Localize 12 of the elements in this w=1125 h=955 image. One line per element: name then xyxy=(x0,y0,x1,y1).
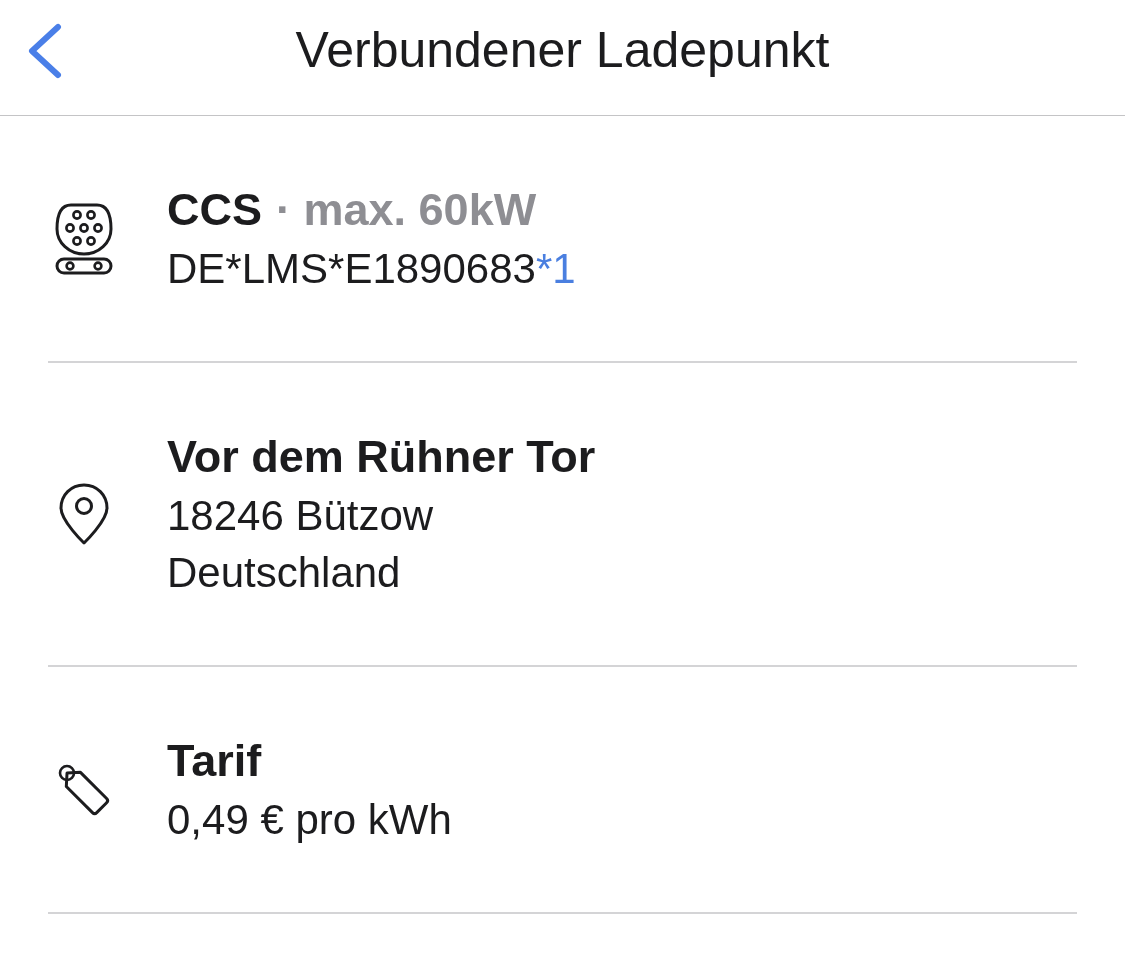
connector-type: CCS xyxy=(167,183,262,237)
address-line: 18246 Bützow xyxy=(167,492,434,539)
address-line: Deutschland xyxy=(167,549,401,596)
tariff-price: 0,49 € pro kWh xyxy=(167,796,452,843)
location-pin-icon xyxy=(58,482,110,546)
street-name: Vor dem Rühner Tor xyxy=(167,430,596,484)
tariff-label: Tarif xyxy=(167,734,262,788)
page-title: Verbundener Ladepunkt xyxy=(295,21,830,80)
connector-plug-icon xyxy=(54,201,114,276)
connector-number: *1 xyxy=(535,244,576,294)
evse-id: DE*LMS*E1890683 xyxy=(167,244,536,294)
max-power: · max. 60kW xyxy=(276,183,537,237)
